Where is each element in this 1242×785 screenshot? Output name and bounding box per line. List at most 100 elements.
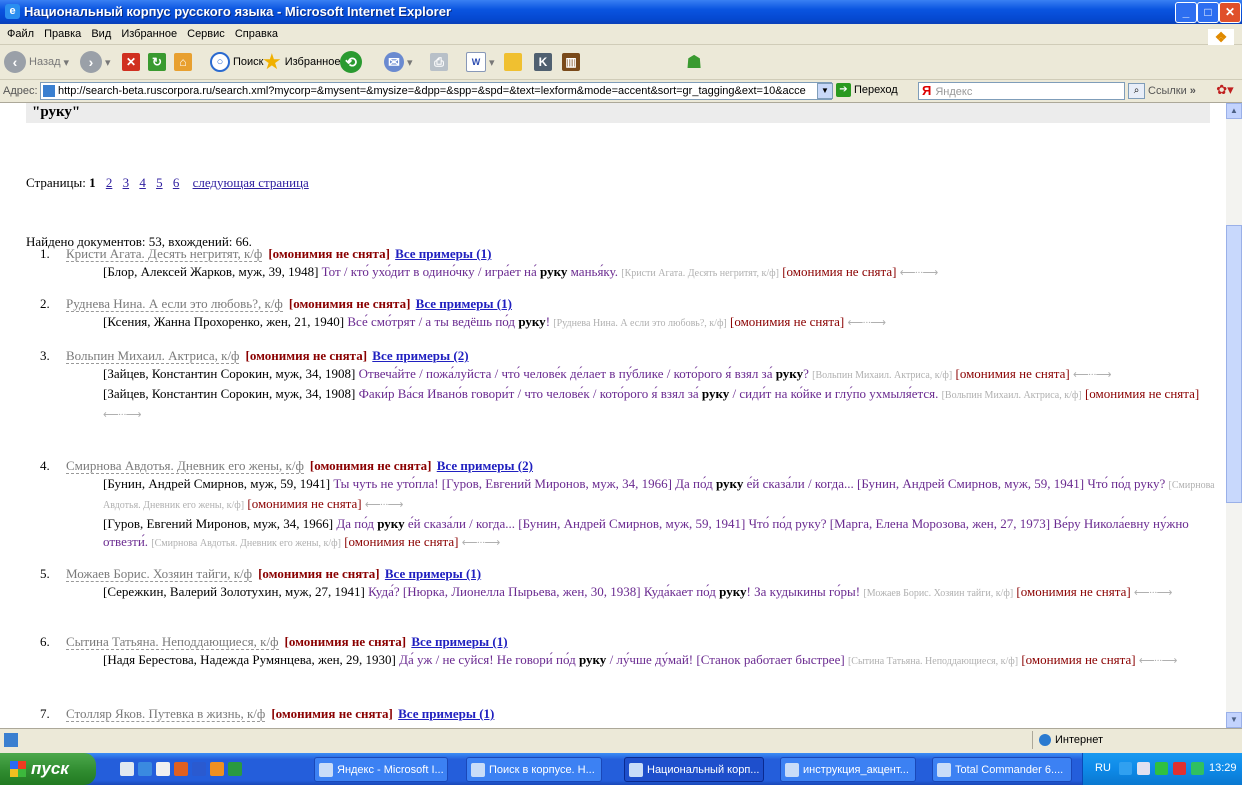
vertical-scrollbar[interactable]: ▲ ▼ <box>1226 103 1242 728</box>
scroll-down-button[interactable]: ▼ <box>1226 712 1242 728</box>
page-link-4[interactable]: 4 <box>139 175 146 190</box>
refresh-button[interactable]: ↻ <box>148 50 166 74</box>
expand-context-icon[interactable]: ⟵···⟶ <box>1134 587 1173 599</box>
all-examples-link[interactable]: Все примеры (2) <box>372 348 468 363</box>
menu-view[interactable]: Вид <box>91 28 111 40</box>
forward-button[interactable]: › ▾ <box>80 50 111 74</box>
quicklaunch-icon[interactable] <box>210 762 224 776</box>
search-button[interactable]: ○ Поиск <box>210 50 263 74</box>
links-label[interactable]: Ссылки » <box>1148 85 1196 97</box>
edit-button[interactable]: W ▾ <box>466 50 495 74</box>
all-examples-link[interactable]: Все примеры (2) <box>437 458 533 473</box>
quicklaunch-icon[interactable] <box>120 762 134 776</box>
language-indicator[interactable]: RU <box>1095 762 1111 774</box>
scroll-thumb[interactable] <box>1226 225 1242 503</box>
all-examples-link[interactable]: Все примеры (1) <box>411 634 507 649</box>
folder-icon <box>504 53 522 71</box>
go-button[interactable]: ➔ Переход <box>836 83 898 97</box>
total-commander-icon <box>937 763 951 777</box>
ie-icon <box>629 763 643 777</box>
k-icon[interactable] <box>1173 762 1186 775</box>
document-title[interactable]: Можаев Борис. Хозяин тайги, к/ф <box>66 566 253 582</box>
address-dropdown-button[interactable]: ▼ <box>817 83 833 99</box>
address-input[interactable]: http://search-beta.ruscorpora.ru/search.… <box>40 82 832 100</box>
expand-context-icon[interactable]: ⟵···⟶ <box>1073 369 1112 381</box>
expand-context-icon[interactable]: ⟵···⟶ <box>900 267 939 279</box>
signal-icon[interactable] <box>1155 762 1168 775</box>
quicklaunch-icon[interactable] <box>156 762 170 776</box>
document-title[interactable]: Вольпин Михаил. Актриса, к/ф <box>66 348 240 364</box>
messenger-button[interactable]: K <box>534 50 552 74</box>
expand-context-icon[interactable]: ⟵···⟶ <box>103 409 142 421</box>
ie-icon: e <box>5 4 20 19</box>
mail-button[interactable]: ✉ ▾ <box>384 50 413 74</box>
forward-arrow-icon: › <box>80 51 102 73</box>
ie-quicklaunch-icon[interactable] <box>138 762 152 776</box>
back-button[interactable]: ‹ Назад ▾ <box>4 50 69 74</box>
dropdown-icon: ▾ <box>105 56 111 69</box>
homonymy-label: [омонимия не снята] <box>271 706 393 721</box>
result-document: 6. Сытина Татьяна. Неподдающиеся, к/ф [омо… <box>40 633 1215 671</box>
menu-file[interactable]: Файл <box>7 28 34 40</box>
extension-icon[interactable]: ✿▾ <box>1212 82 1238 100</box>
page-link-5[interactable]: 5 <box>156 175 163 190</box>
close-button[interactable]: ✕ <box>1219 2 1241 23</box>
all-examples-link[interactable]: Все примеры (1) <box>416 296 512 311</box>
window-titlebar[interactable]: e Национальный корпус русского языка - M… <box>0 0 1242 24</box>
yandex-search-button[interactable]: ⌕ <box>1128 83 1145 99</box>
expand-context-icon[interactable]: ⟵···⟶ <box>1139 655 1178 667</box>
research-button[interactable]: ▥ <box>562 50 580 74</box>
network-icon[interactable] <box>1137 762 1150 775</box>
clock: 13:29 <box>1209 762 1237 774</box>
minimize-button[interactable]: _ <box>1175 2 1197 23</box>
tray-icon[interactable] <box>1119 762 1132 775</box>
document-title[interactable]: Столляр Яков. Путевка в жизнь, к/ф <box>66 706 266 722</box>
page-link-6[interactable]: 6 <box>173 175 180 190</box>
taskbar-item[interactable]: Total Commander 6.... <box>932 757 1072 782</box>
page-status-icon <box>4 733 18 747</box>
menu-edit[interactable]: Правка <box>44 28 81 40</box>
expand-context-icon[interactable]: ⟵···⟶ <box>365 499 404 511</box>
excel-quicklaunch-icon[interactable] <box>228 762 242 776</box>
taskbar-item-active[interactable]: Национальный корп... <box>624 757 764 782</box>
document-title[interactable]: Смирнова Авдотья. Дневник его жены, к/ф <box>66 458 304 474</box>
mail-icon: ✉ <box>384 52 404 72</box>
result-document: 4. Смирнова Авдотья. Дневник его жены, к/… <box>40 457 1215 553</box>
print-button[interactable]: ⎙ <box>430 50 448 74</box>
taskbar-item[interactable]: инструкция_акцент... <box>780 757 916 782</box>
word-quicklaunch-icon[interactable] <box>192 762 206 776</box>
yandex-search-input[interactable]: Я Яндекс <box>918 82 1125 100</box>
taskbar-item[interactable]: Поиск в корпусе. Н... <box>466 757 602 782</box>
all-examples-link[interactable]: Все примеры (1) <box>385 566 481 581</box>
expand-context-icon[interactable]: ⟵···⟶ <box>462 537 501 549</box>
scroll-up-button[interactable]: ▲ <box>1226 103 1242 119</box>
example: [Зайцев, Константин Сорокин, муж, 34, 19… <box>103 386 1200 421</box>
pages-label: Страницы: <box>26 175 86 190</box>
favorites-button[interactable]: ★ Избранное <box>262 49 340 74</box>
homonymy-label: [омонимия не снята] <box>284 634 407 649</box>
menu-tools[interactable]: Сервис <box>187 28 225 40</box>
next-page-link[interactable]: следующая страница <box>193 175 309 190</box>
stop-button[interactable]: ✕ <box>122 50 140 74</box>
quicklaunch-icon[interactable] <box>174 762 188 776</box>
menu-help[interactable]: Справка <box>235 28 278 40</box>
document-title[interactable]: Кристи Агата. Десять негритят, к/ф <box>66 246 263 262</box>
discuss-button[interactable] <box>504 50 522 74</box>
all-examples-link[interactable]: Все примеры (1) <box>395 246 491 261</box>
document-title[interactable]: Руднева Нина. А если это любовь?, к/ф <box>66 296 283 312</box>
menu-favorites[interactable]: Избранное <box>121 28 177 40</box>
result-document: 7. Столляр Яков. Путевка в жизнь, к/ф [омо… <box>40 706 495 722</box>
document-title[interactable]: Сытина Татьяна. Неподдающиеся, к/ф <box>66 634 279 650</box>
print-icon: ⎙ <box>430 53 448 71</box>
history-button[interactable]: ⟲ <box>340 50 362 74</box>
start-button[interactable]: пуск <box>0 753 96 785</box>
page-link-2[interactable]: 2 <box>106 175 113 190</box>
messenger-users-button[interactable]: ☗ <box>686 50 702 74</box>
maximize-button[interactable]: □ <box>1197 2 1219 23</box>
tray-icon[interactable] <box>1191 762 1204 775</box>
page-link-3[interactable]: 3 <box>123 175 130 190</box>
expand-context-icon[interactable]: ⟵···⟶ <box>848 317 887 329</box>
all-examples-link[interactable]: Все примеры (1) <box>398 706 494 721</box>
taskbar-item[interactable]: Яндекс - Microsoft I... <box>314 757 448 782</box>
home-button[interactable]: ⌂ <box>174 50 192 74</box>
